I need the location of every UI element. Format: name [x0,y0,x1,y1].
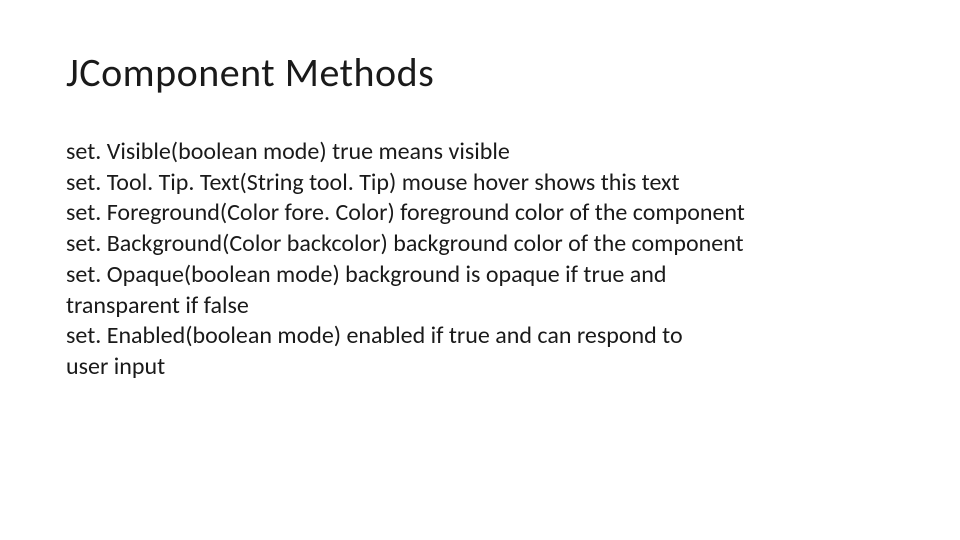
body-line: set. Background(Color backcolor) backgro… [66,229,894,260]
slide-title: JComponent Methods [66,48,894,97]
body-line: user input [66,352,894,383]
body-line: set. Foreground(Color fore. Color) foreg… [66,198,894,229]
body-line: set. Opaque(boolean mode) background is … [66,260,894,291]
body-line: set. Visible(boolean mode) true means vi… [66,137,894,168]
body-line: set. Enabled(boolean mode) enabled if tr… [66,321,894,352]
slide: JComponent Methods set. Visible(boolean … [0,0,960,540]
body-line: transparent if false [66,291,894,322]
slide-body: set. Visible(boolean mode) true means vi… [66,137,894,383]
body-line: set. Tool. Tip. Text(String tool. Tip) m… [66,168,894,199]
